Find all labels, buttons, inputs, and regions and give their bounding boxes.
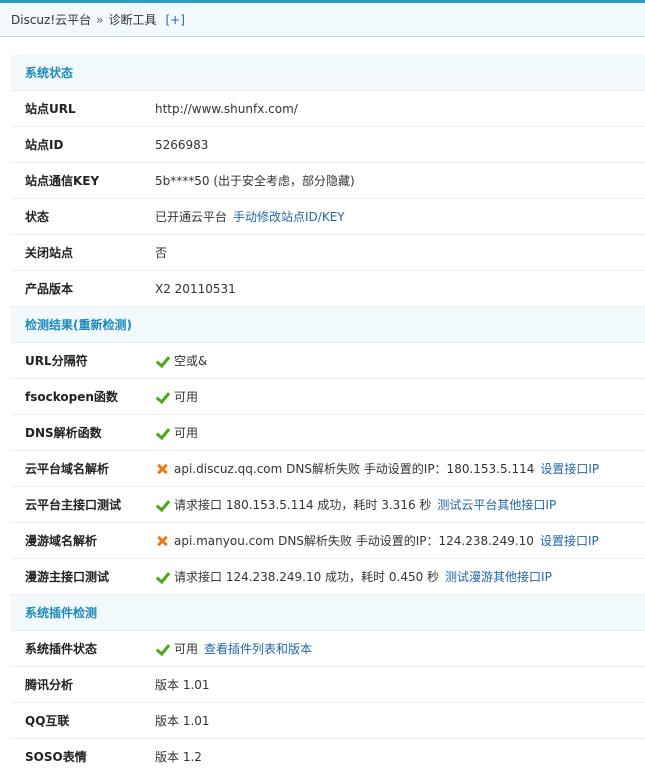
- row-label: URL分隔符: [25, 354, 88, 368]
- row-label: 产品版本: [25, 282, 74, 296]
- row-value-text: 版本 1.01: [155, 678, 210, 692]
- action-link[interactable]: 手动修改站点ID/KEY: [233, 208, 345, 225]
- row-value: 可用 查看插件列表和版本: [141, 640, 645, 657]
- row-value: 空或&: [141, 352, 645, 369]
- row-value: 请求接口 180.153.5.114 成功，耗时 3.316 秒测试云平台其他接…: [141, 496, 645, 513]
- action-link[interactable]: 测试云平台其他接口IP: [437, 496, 556, 513]
- checkmark-icon: [155, 390, 169, 404]
- cross-icon: [155, 462, 169, 476]
- table-row: fsockopen函数 可用: [11, 379, 645, 415]
- row-label: SOSO表情: [25, 750, 87, 764]
- cross-icon: [155, 534, 169, 548]
- checkmark-icon: [155, 642, 169, 656]
- row-label: 关闭站点: [25, 246, 74, 260]
- breadcrumb: Discuz!云平台 » 诊断工具 [+]: [0, 3, 645, 37]
- row-label: 站点URL: [25, 102, 76, 116]
- breadcrumb-current: 诊断工具: [108, 13, 157, 27]
- action-link[interactable]: 设置接口IP: [540, 460, 599, 477]
- row-value-text: 版本 1.2: [155, 750, 202, 764]
- row-value: http://www.shunfx.com/: [141, 102, 645, 116]
- table-row: 腾讯分析 版本 1.01: [11, 667, 645, 703]
- action-link[interactable]: 查看插件列表和版本: [204, 640, 312, 657]
- table-row: URL分隔符 空或&: [11, 343, 645, 379]
- row-label: 腾讯分析: [25, 678, 74, 692]
- table-row: 产品版本 X2 20110531: [11, 271, 645, 307]
- row-label: DNS解析函数: [25, 426, 102, 440]
- table-row: 站点ID 5266983: [11, 127, 645, 163]
- row-label: 云平台主接口测试: [25, 498, 122, 512]
- row-value: 5266983: [141, 138, 645, 152]
- table-row: 云平台域名解析 api.discuz.qq.com DNS解析失败 手动设置的IP…: [11, 451, 645, 487]
- row-value: 版本 1.01: [141, 676, 645, 693]
- table-row: 站点URL http://www.shunfx.com/: [11, 91, 645, 127]
- row-value-text: 5266983: [155, 137, 209, 152]
- row-value-text: 空或&: [174, 354, 208, 368]
- row-label: 漫游主接口测试: [25, 570, 110, 584]
- row-value: 5b****50 (出于安全考虑，部分隐藏): [141, 172, 645, 189]
- row-label: QQ互联: [25, 714, 70, 728]
- section-header: 检测结果(重新检测): [11, 307, 645, 343]
- row-label: 站点ID: [25, 138, 64, 152]
- table-row: 站点通信KEY 5b****50 (出于安全考虑，部分隐藏): [11, 163, 645, 199]
- table-row: QQ互联 版本 1.01: [11, 703, 645, 739]
- breadcrumb-root[interactable]: Discuz!云平台: [11, 11, 91, 28]
- row-label: 系统插件状态: [25, 642, 98, 656]
- row-value: 请求接口 124.238.249.10 成功，耗时 0.450 秒测试漫游其他接…: [141, 568, 645, 585]
- row-value-text: http://www.shunfx.com/: [155, 101, 298, 116]
- row-value-text: 5b****50 (出于安全考虑，部分隐藏): [155, 174, 355, 188]
- row-value: api.manyou.com DNS解析失败 手动设置的IP：124.238.2…: [141, 532, 645, 549]
- table-row: 状态 已开通云平台 手动修改站点ID/KEY: [11, 199, 645, 235]
- table-row: 漫游主接口测试 请求接口 124.238.249.10 成功，耗时 0.450 秒…: [11, 559, 645, 595]
- row-value-text: 请求接口 124.238.249.10 成功，耗时 0.450 秒: [174, 570, 440, 584]
- row-value-text: 可用: [174, 390, 199, 404]
- row-value-text: 可用: [174, 642, 199, 656]
- section-title: 检测结果(重新检测): [25, 318, 132, 332]
- table-row: DNS解析函数 可用: [11, 415, 645, 451]
- row-value-text: 否: [155, 246, 168, 260]
- checkmark-icon: [155, 570, 169, 584]
- row-label: fsockopen函数: [25, 390, 118, 404]
- row-value: 可用: [141, 388, 645, 405]
- row-value-text: 可用: [174, 426, 199, 440]
- row-value-text: 请求接口 180.153.5.114 成功，耗时 3.316 秒: [174, 498, 432, 512]
- table-row: 系统插件状态 可用 查看插件列表和版本: [11, 631, 645, 667]
- row-value: X2 20110531: [141, 282, 645, 296]
- diagnostic-table: 系统状态站点URL http://www.shunfx.com/站点ID 52669…: [11, 55, 645, 769]
- row-value-text: api.manyou.com DNS解析失败 手动设置的IP：124.238.2…: [174, 534, 534, 548]
- row-value-text: 版本 1.01: [155, 714, 210, 728]
- row-label: 状态: [25, 210, 50, 224]
- checkmark-icon: [155, 354, 169, 368]
- row-label: 云平台域名解析: [25, 462, 110, 476]
- row-value-text: X2 20110531: [155, 281, 236, 296]
- section-title: 系统状态: [25, 66, 74, 80]
- action-link[interactable]: 测试漫游其他接口IP: [445, 568, 552, 585]
- checkmark-icon: [155, 498, 169, 512]
- row-value-text: 已开通云平台: [155, 210, 228, 224]
- table-row: SOSO表情 版本 1.2: [11, 739, 645, 769]
- row-value: api.discuz.qq.com DNS解析失败 手动设置的IP：180.15…: [141, 460, 645, 477]
- action-link[interactable]: 设置接口IP: [540, 532, 599, 549]
- row-value: 可用: [141, 424, 645, 441]
- checkmark-icon: [155, 426, 169, 440]
- row-value: 已开通云平台 手动修改站点ID/KEY: [141, 208, 645, 225]
- section-header: 系统插件检测: [11, 595, 645, 631]
- row-value: 否: [141, 244, 645, 261]
- section-header: 系统状态: [11, 55, 645, 91]
- table-row: 云平台主接口测试 请求接口 180.153.5.114 成功，耗时 3.316 秒…: [11, 487, 645, 523]
- add-shortcut-button[interactable]: [+]: [166, 13, 185, 27]
- row-label: 漫游域名解析: [25, 534, 98, 548]
- row-label: 站点通信KEY: [25, 174, 100, 188]
- row-value: 版本 1.01: [141, 712, 645, 729]
- table-row: 漫游域名解析 api.manyou.com DNS解析失败 手动设置的IP：124…: [11, 523, 645, 559]
- row-value: 版本 1.2: [141, 748, 645, 765]
- breadcrumb-separator: »: [96, 12, 104, 27]
- row-value-text: api.discuz.qq.com DNS解析失败 手动设置的IP：180.15…: [174, 462, 535, 476]
- section-title: 系统插件检测: [25, 606, 98, 620]
- table-row: 关闭站点 否: [11, 235, 645, 271]
